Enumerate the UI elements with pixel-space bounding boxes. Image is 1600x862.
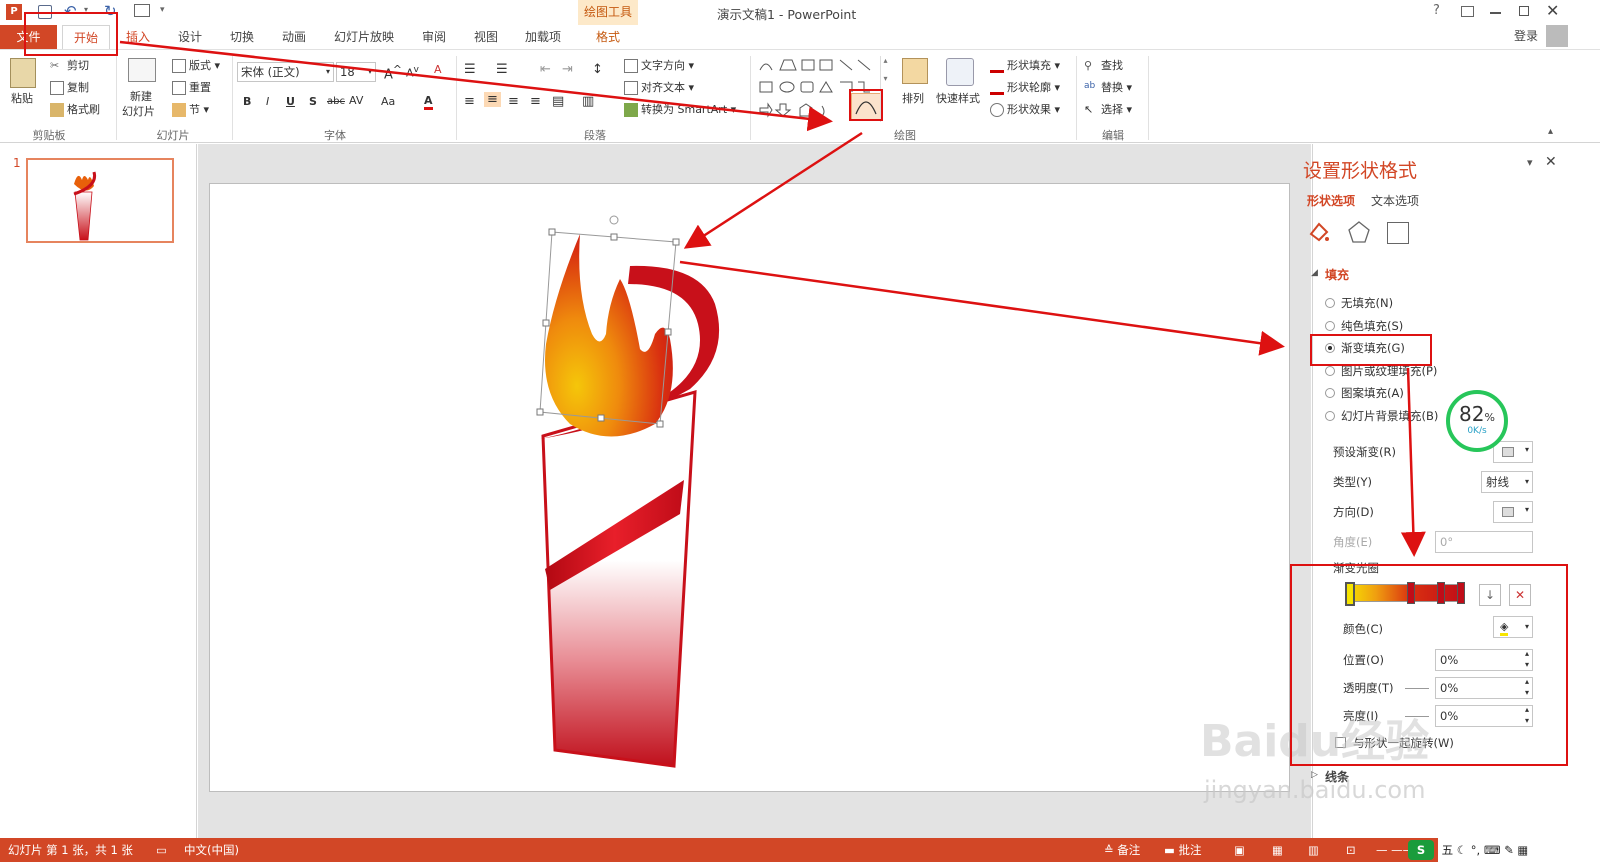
- annotation-arrows: [119, 40, 1426, 557]
